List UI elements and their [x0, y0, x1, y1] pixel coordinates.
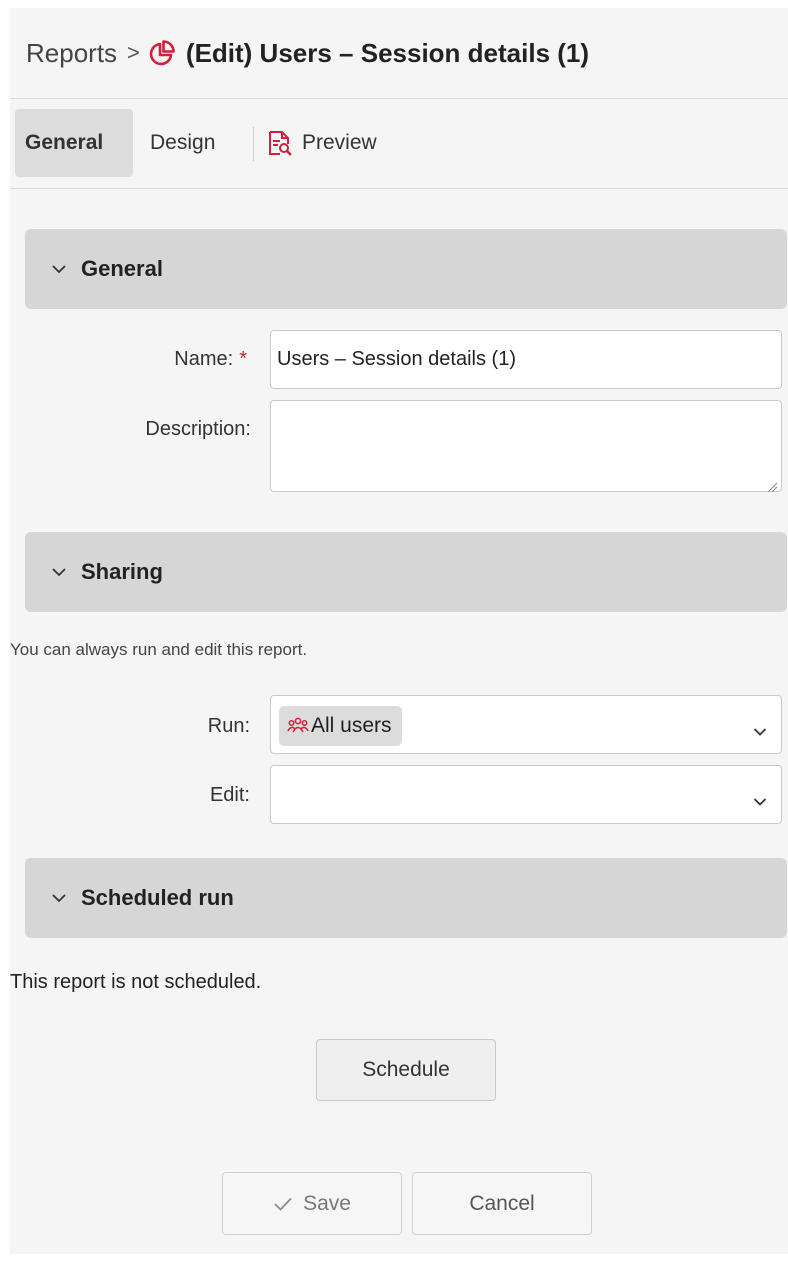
name-input[interactable]: Users – Session details (1) — [270, 330, 782, 389]
section-scheduled-run-title: Scheduled run — [81, 885, 234, 910]
chevron-down-icon — [51, 892, 67, 904]
section-general-title: General — [81, 256, 163, 281]
page-title: (Edit) Users – Session details (1) — [185, 37, 590, 68]
breadcrumb-reports[interactable]: Reports — [26, 38, 117, 69]
required-asterisk: * — [239, 348, 247, 370]
run-chip-label: All users — [311, 714, 392, 737]
section-sharing-title: Sharing — [81, 559, 163, 584]
chevron-down-icon — [51, 566, 67, 578]
header-bar: Reports > (Edit) Users – Session details… — [10, 8, 788, 99]
section-sharing-header[interactable]: Sharing — [25, 532, 787, 612]
tab-divider — [253, 127, 254, 161]
save-button[interactable]: Save — [222, 1172, 402, 1235]
schedule-status-text: This report is not scheduled. — [10, 971, 262, 993]
cancel-button[interactable]: Cancel — [412, 1172, 592, 1235]
pie-chart-icon — [148, 39, 176, 67]
name-label-text: Name: — [174, 348, 234, 370]
description-textarea[interactable] — [270, 400, 782, 493]
tab-general[interactable]: General — [15, 109, 133, 177]
report-editor-panel: Reports > (Edit) Users – Session details… — [10, 8, 788, 1254]
chevron-down-icon[interactable] — [753, 720, 767, 736]
run-chip-all-users[interactable]: All users — [279, 706, 402, 746]
chevron-down-icon[interactable] — [753, 790, 767, 806]
schedule-button[interactable]: Schedule — [316, 1039, 496, 1101]
description-label: Description: — [145, 418, 251, 440]
edit-label: Edit: — [209, 784, 250, 806]
tab-design[interactable]: Design — [140, 109, 225, 177]
save-button-label: Save — [303, 1191, 351, 1215]
tab-bar: General Design Preview — [10, 99, 788, 189]
section-general-header[interactable]: General — [25, 229, 787, 309]
checkmark-icon — [273, 1196, 293, 1212]
name-label: Name: * — [10, 348, 247, 371]
breadcrumb-separator: > — [127, 40, 140, 65]
resize-handle-icon[interactable] — [766, 476, 778, 493]
users-group-icon — [287, 717, 309, 735]
run-label: Run: — [207, 715, 250, 737]
edit-select[interactable] — [270, 765, 782, 824]
run-select[interactable]: All users — [270, 695, 782, 754]
chevron-down-icon — [51, 263, 67, 275]
tab-preview-label: Preview — [302, 131, 377, 154]
document-search-icon — [268, 130, 292, 156]
tab-preview[interactable]: Preview — [258, 109, 387, 177]
sharing-note: You can always run and edit this report. — [10, 640, 308, 659]
section-scheduled-run-header[interactable]: Scheduled run — [25, 858, 787, 938]
